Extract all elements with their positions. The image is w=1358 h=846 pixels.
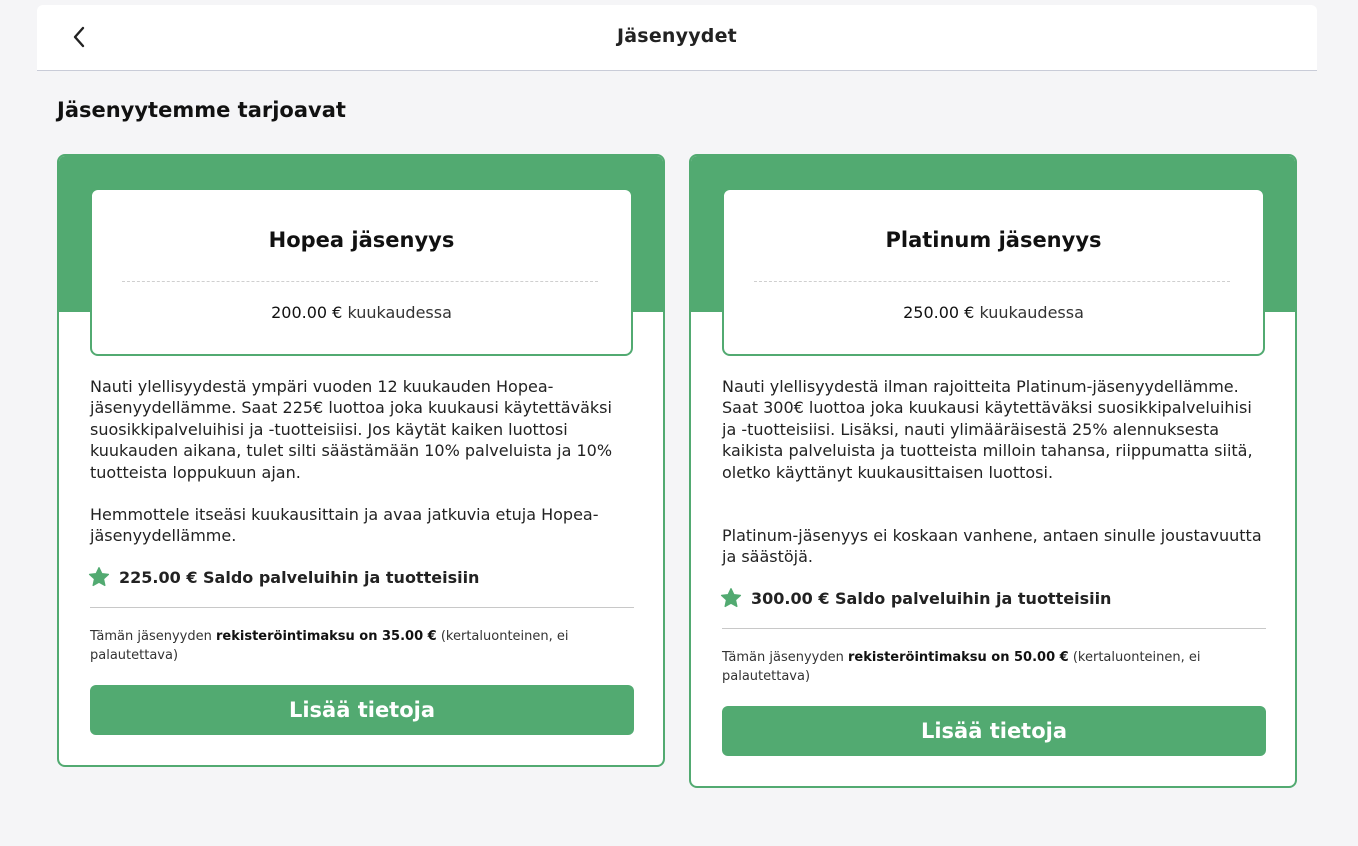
more-info-button[interactable]: Lisää tietoja (90, 685, 634, 735)
fee-amount: rekisteröintimaksu on 50.00 € (848, 650, 1069, 665)
credit-text: 225.00 € Saldo palveluihin ja tuotteisii… (119, 567, 480, 587)
registration-fee: Tämän jäsenyyden rekisteröintimaksu on 3… (90, 627, 634, 665)
fee-prefix: Tämän jäsenyyden (722, 650, 848, 665)
registration-fee: Tämän jäsenyyden rekisteröintimaksu on 5… (722, 648, 1266, 686)
star-icon (720, 588, 742, 608)
plan-name: Platinum jäsenyys (885, 228, 1102, 252)
plan-description: Nauti ylellisyydestä ilman rajoitteita P… (722, 377, 1253, 482)
more-info-button[interactable]: Lisää tietoja (722, 706, 1266, 756)
price: 250.00 € kuukaudessa (724, 303, 1263, 322)
separator (90, 607, 634, 608)
divider (754, 281, 1230, 282)
price-amount: 200.00 € (271, 303, 343, 322)
plan-description: Nauti ylellisyydestä ympäri vuoden 12 ku… (90, 377, 613, 482)
plan-description-secondary: Hemmottele itseäsi kuukausittain ja avaa… (90, 505, 599, 546)
separator (722, 628, 1266, 629)
divider (122, 281, 598, 282)
price-box: Hopea jäsenyys 200.00 € kuukaudessa (90, 188, 633, 356)
top-bar: Jäsenyydet (37, 5, 1317, 71)
credit-info: 225.00 € Saldo palveluihin ja tuotteisii… (88, 566, 479, 588)
membership-card-hopea: Hopea jäsenyys 200.00 € kuukaudessa Naut… (57, 154, 665, 767)
credit-info: 300.00 € Saldo palveluihin ja tuotteisii… (720, 587, 1111, 609)
fee-prefix: Tämän jäsenyyden (90, 629, 216, 644)
price-box: Platinum jäsenyys 250.00 € kuukaudessa (722, 188, 1265, 356)
price-period: kuukaudessa (979, 303, 1084, 322)
plan-name: Hopea jäsenyys (268, 228, 455, 252)
page-title: Jäsenyydet (617, 25, 737, 47)
membership-card-platinum: Platinum jäsenyys 250.00 € kuukaudessa N… (689, 154, 1297, 788)
price: 200.00 € kuukaudessa (92, 303, 631, 322)
price-amount: 250.00 € (903, 303, 975, 322)
star-icon (88, 567, 110, 587)
fee-amount: rekisteröintimaksu on 35.00 € (216, 629, 437, 644)
credit-text: 300.00 € Saldo palveluihin ja tuotteisii… (751, 588, 1112, 608)
section-title: Jäsenyytemme tarjoavat (57, 98, 346, 122)
price-period: kuukaudessa (347, 303, 452, 322)
plan-description-secondary: Platinum-jäsenyys ei koskaan vanhene, an… (722, 526, 1262, 567)
